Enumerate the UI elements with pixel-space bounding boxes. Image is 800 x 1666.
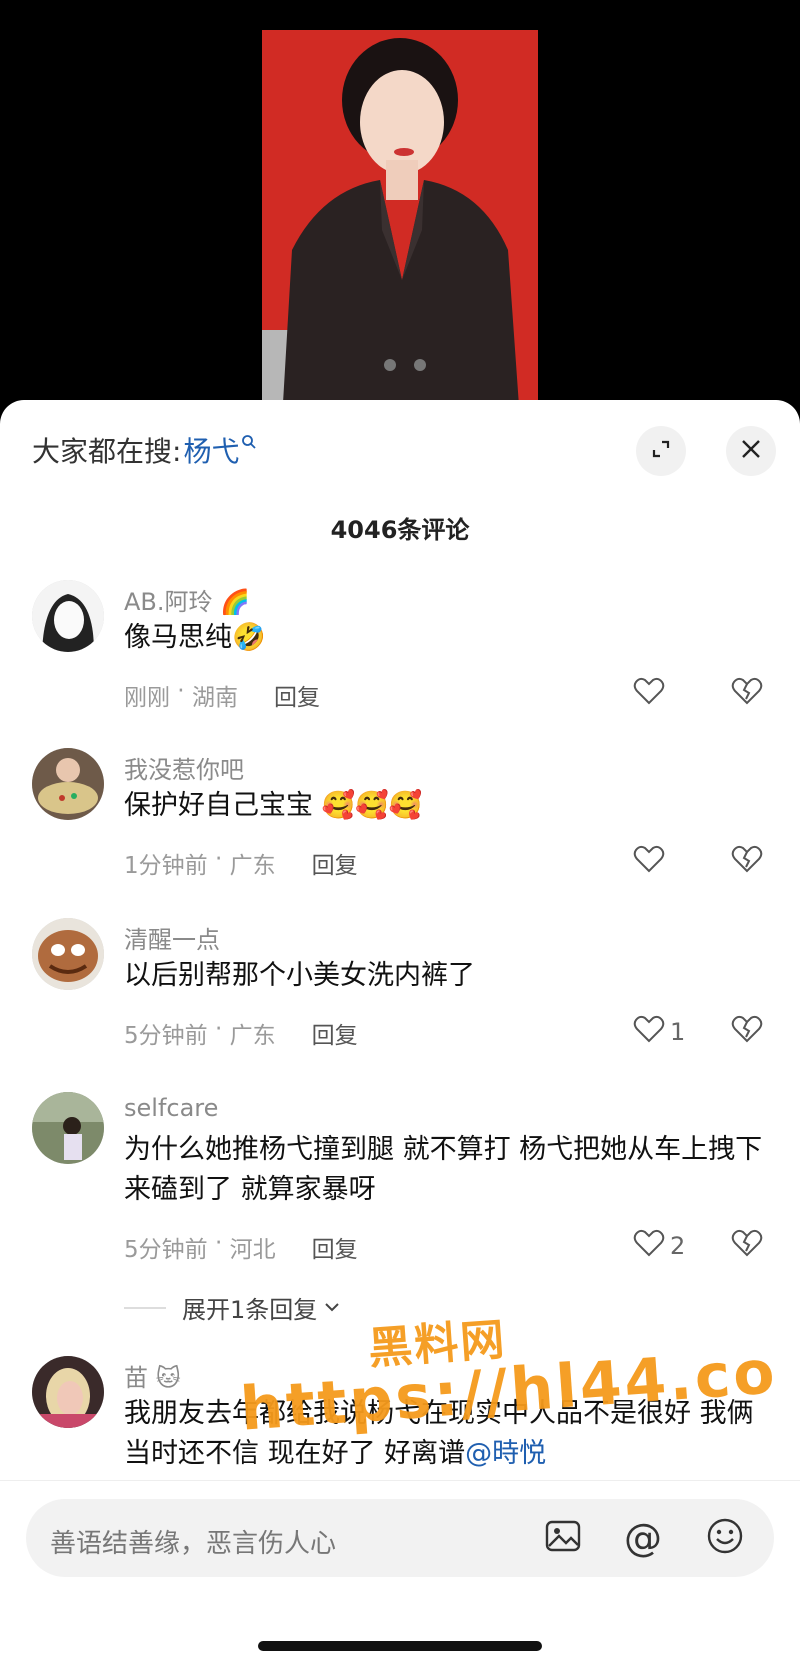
avatar[interactable] xyxy=(32,1356,104,1428)
heart-icon xyxy=(632,842,666,882)
cat-emoji: 🐱 xyxy=(155,1364,181,1392)
meta-separator: · xyxy=(207,1230,230,1256)
comment-meta: 刚刚 · 湖南 回复 xyxy=(124,678,320,712)
trending-search[interactable]: 大家都在搜: 杨弋 xyxy=(32,430,257,470)
reply-button[interactable]: 回复 xyxy=(312,1230,358,1264)
avatar[interactable] xyxy=(32,580,104,652)
heart-icon xyxy=(632,1012,666,1052)
mention-link[interactable]: @時悦 xyxy=(465,1438,546,1469)
laughing-emoji: 🤣 xyxy=(232,622,266,653)
home-indicator xyxy=(258,1641,542,1651)
reply-button[interactable]: 回复 xyxy=(274,678,320,712)
expand-replies-button[interactable]: 展开1条回复 xyxy=(124,1290,341,1325)
dislike-button[interactable] xyxy=(730,674,764,712)
like-button[interactable] xyxy=(632,842,666,882)
meta-separator: · xyxy=(207,846,230,872)
close-button[interactable] xyxy=(726,426,776,476)
like-button[interactable]: 2 xyxy=(632,1226,685,1266)
heart-icon xyxy=(632,1226,666,1266)
broken-heart-icon xyxy=(730,1229,764,1264)
comment-time: 刚刚 xyxy=(124,685,170,711)
video-area[interactable] xyxy=(0,0,800,420)
comment-time: 1分钟前 xyxy=(124,853,208,879)
comment-username[interactable]: 我没惹你吧 xyxy=(124,750,244,785)
heart-icon xyxy=(632,674,666,714)
dislike-button[interactable] xyxy=(730,1226,764,1264)
reply-button[interactable]: 回复 xyxy=(312,1016,358,1050)
dislike-button[interactable] xyxy=(730,1012,764,1050)
image-button[interactable] xyxy=(540,1515,586,1561)
trending-search-label: 大家都在搜: xyxy=(32,435,182,468)
comment-username[interactable]: 清醒一点 xyxy=(124,920,220,955)
comment-location: 湖南 xyxy=(191,685,238,711)
broken-heart-icon xyxy=(730,1015,764,1050)
expand-replies-label: 展开1条回复 xyxy=(182,1296,318,1324)
at-button[interactable]: @ xyxy=(620,1515,666,1561)
comment-time: 5分钟前 xyxy=(124,1237,208,1263)
avatar[interactable] xyxy=(32,748,104,820)
meta-separator: · xyxy=(170,678,192,704)
comment-location: 广东 xyxy=(229,853,276,879)
comment-meta: 5分钟前 · 广东 回复 xyxy=(124,1016,358,1050)
comment-time: 5分钟前 xyxy=(124,1023,208,1049)
comment-input-placeholder: 善语结善缘，恶言伤人心 xyxy=(50,1529,337,1559)
meta-separator: · xyxy=(207,1016,230,1042)
comment-text: 保护好自己宝宝 🥰🥰🥰 xyxy=(124,790,423,821)
at-icon: @ xyxy=(624,1516,662,1560)
like-button[interactable] xyxy=(632,674,666,714)
comment-input[interactable]: 善语结善缘，恶言伤人心 @ xyxy=(26,1499,774,1577)
comment-input-bar: 善语结善缘，恶言伤人心 @ xyxy=(0,1480,800,1666)
comment-location: 河北 xyxy=(229,1237,276,1263)
dislike-button[interactable] xyxy=(730,842,764,880)
like-count: 2 xyxy=(670,1232,686,1260)
comment-text: 我朋友去年都给我说杨弋在现实中人品不是很好 我俩当时还不信 现在好了 好离谱@時… xyxy=(124,1398,754,1469)
avatar[interactable] xyxy=(32,918,104,990)
comment-meta: 5分钟前 · 河北 回复 xyxy=(124,1230,358,1264)
close-icon xyxy=(740,438,762,464)
reply-button[interactable]: 回复 xyxy=(312,846,358,880)
trending-search-keyword[interactable]: 杨弋 xyxy=(183,430,239,470)
image-icon xyxy=(544,1517,582,1559)
comment-username[interactable]: 苗 🐱 xyxy=(124,1358,181,1393)
comment-text: 以后别帮那个小美女洗内裤了 xyxy=(124,960,475,991)
comment-location: 广东 xyxy=(229,1023,276,1049)
expand-button[interactable] xyxy=(636,426,686,476)
comment-meta: 1分钟前 · 广东 回复 xyxy=(124,846,358,880)
like-count: 1 xyxy=(670,1018,686,1046)
emoji-button[interactable] xyxy=(702,1515,748,1561)
broken-heart-icon xyxy=(730,677,764,712)
hug-emoji: 🥰🥰🥰 xyxy=(313,790,423,821)
emoji-icon xyxy=(706,1517,744,1559)
search-icon xyxy=(241,434,257,455)
comment-text: 像马思纯🤣 xyxy=(124,622,266,653)
chevron-down-icon xyxy=(323,1294,341,1322)
avatar[interactable] xyxy=(32,1092,104,1164)
comment-username[interactable]: AB.阿玲 🌈 xyxy=(124,582,250,617)
comment-text: 为什么她推杨弋撞到腿 就不算打 杨弋把她从车上拽下来磕到了 就算家暴呀 xyxy=(124,1134,763,1205)
like-button[interactable]: 1 xyxy=(632,1012,685,1052)
comment-username[interactable]: selfcare xyxy=(124,1094,218,1122)
expand-icon xyxy=(649,437,673,465)
broken-heart-icon xyxy=(730,845,764,880)
rainbow-emoji: 🌈 xyxy=(220,588,251,616)
comment-count: 4046条评论 xyxy=(330,516,470,544)
video-thumbnail xyxy=(262,30,538,420)
expand-divider xyxy=(124,1306,166,1309)
